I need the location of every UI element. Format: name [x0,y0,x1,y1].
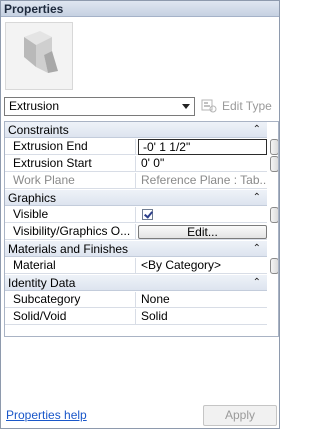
edit-type-label: Edit Type [222,99,272,113]
subcategory-value[interactable]: None [137,292,267,308]
property-name: Extrusion End [5,139,136,155]
category-label: Constraints [8,123,69,137]
extrusion-end-input[interactable]: -0' 1 1/2" [138,139,267,155]
category-identity-data[interactable]: Identity Data ⌃ [5,275,267,291]
solid-void-value[interactable]: Solid [137,309,267,325]
apply-button[interactable]: Apply [203,405,277,426]
category-label: Materials and Finishes [8,242,129,256]
properties-grid: Constraints ⌃ Extrusion End -0' 1 1/2" E… [4,121,279,337]
category-constraints[interactable]: Constraints ⌃ [5,122,267,138]
property-row-solid-void[interactable]: Solid/Void Solid [5,309,267,325]
property-name: Solid/Void [5,309,136,325]
chevron-down-icon [182,104,190,109]
collapse-icon[interactable]: ⌃ [253,241,261,257]
property-name: Visible [5,207,136,223]
type-selector-dropdown[interactable]: Extrusion [4,97,195,116]
edit-type-button[interactable]: Edit Type [200,97,278,116]
property-row-work-plane: Work Plane Reference Plane : Tab... [5,173,267,189]
property-name: Extrusion Start [5,156,136,172]
row-resize-knob[interactable] [270,258,278,274]
extrusion-3d-icon [5,22,73,90]
property-name: Subcategory [5,292,136,308]
row-resize-knob[interactable] [270,156,278,172]
property-row-visibility-graphics[interactable]: Visibility/Graphics O... Edit... [5,224,267,240]
collapse-icon[interactable]: ⌃ [253,122,261,138]
property-row-extrusion-end[interactable]: Extrusion End -0' 1 1/2" [5,139,267,155]
property-name: Visibility/Graphics O... [5,224,136,240]
visible-value [137,207,267,223]
row-resize-knob[interactable] [270,139,278,155]
properties-help-link[interactable]: Properties help [6,408,87,422]
category-materials-finishes[interactable]: Materials and Finishes ⌃ [5,241,267,257]
type-selector-value: Extrusion [9,99,60,113]
property-name: Work Plane [5,173,136,189]
category-label: Graphics [8,191,57,205]
properties-panel: Properties Extrusion Edit Type Constrain… [0,0,280,429]
category-graphics[interactable]: Graphics ⌃ [5,190,267,206]
row-resize-knob[interactable] [270,207,278,223]
collapse-icon[interactable]: ⌃ [253,275,261,291]
property-row-extrusion-start[interactable]: Extrusion Start 0' 0" [5,156,267,172]
property-row-visible[interactable]: Visible [5,207,267,223]
work-plane-value: Reference Plane : Tab... [141,173,267,187]
property-name: Material [5,258,136,274]
visibility-edit-button[interactable]: Edit... [138,225,267,239]
panel-title: Properties [1,1,279,17]
property-row-material[interactable]: Material <By Category> [5,258,267,274]
material-value[interactable]: <By Category> [137,258,267,274]
type-selector-row: Extrusion Edit Type [1,97,279,117]
collapse-icon[interactable]: ⌃ [253,190,261,206]
extrusion-start-value[interactable]: 0' 0" [137,156,267,172]
category-label: Identity Data [8,276,76,290]
preview-area [1,18,279,94]
edit-type-icon [201,99,217,113]
property-row-subcategory[interactable]: Subcategory None [5,292,267,308]
visible-checkbox[interactable] [142,209,153,220]
